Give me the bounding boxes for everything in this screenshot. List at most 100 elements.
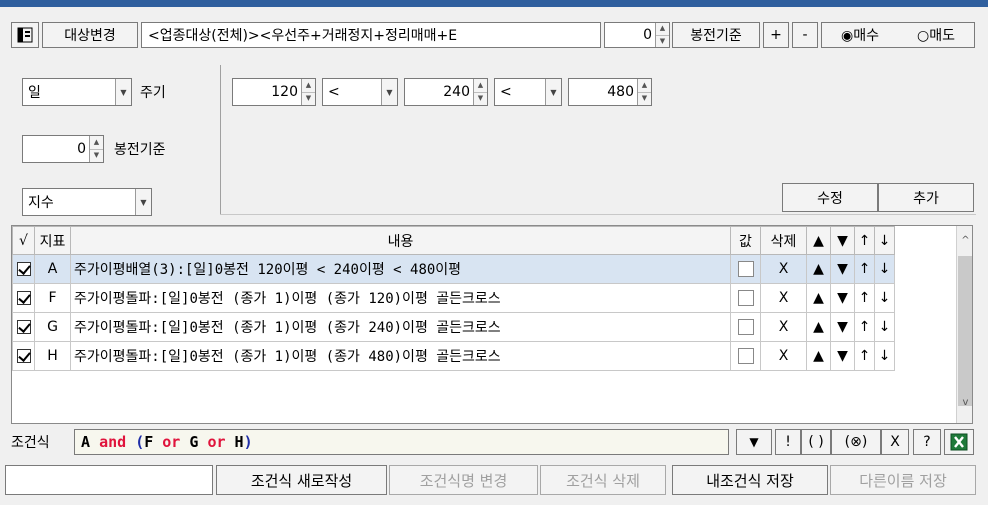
ma3-stepper[interactable]: 480 ▲ ▼ bbox=[568, 78, 652, 106]
index-value: 지수 bbox=[28, 195, 54, 211]
edit-button[interactable]: 수정 bbox=[782, 183, 878, 212]
condition-label: 조건식 bbox=[11, 435, 50, 451]
help-button[interactable]: ? bbox=[913, 429, 941, 455]
col-content: 내용 bbox=[70, 226, 731, 255]
condition-token: F bbox=[144, 433, 154, 451]
op2-select[interactable]: < ▼ bbox=[494, 78, 562, 106]
move-bottom-icon[interactable]: ▼ bbox=[830, 283, 855, 313]
paren-button[interactable]: ( ) bbox=[801, 429, 831, 455]
row-delete-button[interactable]: X bbox=[760, 254, 807, 284]
row-id: F bbox=[34, 283, 71, 313]
scroll-up-icon[interactable]: ^ bbox=[957, 232, 972, 249]
target-universe-field[interactable]: <업종대상(전체)><우선주+거래정지+정리매매+E bbox=[141, 22, 601, 48]
move-up-icon[interactable]: ↑ bbox=[854, 254, 875, 284]
not-operator-button[interactable]: ! bbox=[775, 429, 801, 455]
condition-token bbox=[90, 433, 99, 451]
panel-toggle-icon[interactable] bbox=[11, 22, 39, 48]
value-checkbox[interactable] bbox=[737, 319, 754, 335]
move-top-icon[interactable]: ▲ bbox=[806, 341, 831, 371]
col-indicator: 지표 bbox=[34, 226, 71, 255]
condition-token bbox=[153, 433, 162, 451]
settings-divider bbox=[220, 65, 221, 215]
grid-scrollbar[interactable]: ^ v bbox=[956, 226, 972, 423]
excel-icon[interactable] bbox=[944, 429, 974, 455]
move-down-icon[interactable]: ↓ bbox=[874, 254, 895, 284]
prev-bong-button[interactable]: 봉전기준 bbox=[672, 22, 760, 48]
op2-value: < bbox=[500, 84, 512, 100]
stepper-arrows-icon[interactable]: ▲ ▼ bbox=[89, 136, 103, 162]
condition-token bbox=[198, 433, 207, 451]
rename-condition-button[interactable]: 조건식명 변경 bbox=[389, 465, 538, 495]
row-content[interactable]: 주가이평배열(3):[일]0봉전 120이평 < 240이평 < 480이평 bbox=[70, 254, 731, 284]
move-bottom-icon[interactable]: ▼ bbox=[830, 312, 855, 342]
row-checkbox[interactable] bbox=[16, 349, 31, 363]
stepper-arrows-icon[interactable]: ▲ ▼ bbox=[637, 79, 651, 105]
ma2-value: 240 bbox=[443, 84, 470, 100]
move-up-icon[interactable]: ↑ bbox=[854, 283, 875, 313]
stepper-arrows-icon[interactable]: ▲ ▼ bbox=[301, 79, 315, 105]
index-select[interactable]: 지수 ▼ bbox=[22, 188, 152, 216]
row-checkbox[interactable] bbox=[16, 262, 31, 276]
chevron-down-icon[interactable]: ▼ bbox=[115, 79, 131, 105]
value-checkbox[interactable] bbox=[737, 348, 754, 364]
bong-stepper[interactable]: 0 ▲ ▼ bbox=[22, 135, 104, 163]
condition-token: ( bbox=[135, 433, 145, 451]
move-down-icon[interactable]: ↓ bbox=[874, 283, 895, 313]
value-checkbox[interactable] bbox=[737, 261, 754, 277]
stepper-arrows-icon[interactable]: ▲ ▼ bbox=[473, 79, 487, 105]
condition-token bbox=[226, 433, 235, 451]
add-button[interactable]: 추가 bbox=[878, 183, 974, 212]
condition-expression-field[interactable]: A and (F or G or H) bbox=[74, 429, 729, 455]
ma2-stepper[interactable]: 240 ▲ ▼ bbox=[404, 78, 488, 106]
chevron-down-icon[interactable]: ▼ bbox=[135, 189, 151, 215]
scroll-down-icon[interactable]: v bbox=[957, 394, 972, 411]
move-top-icon[interactable]: ▲ bbox=[806, 254, 831, 284]
row-content[interactable]: 주가이평돌파:[일]0봉전 (종가 1)이평 (종가 480)이평 골든크로스 bbox=[70, 341, 731, 371]
col-check: √ bbox=[12, 226, 35, 255]
move-top-icon[interactable]: ▲ bbox=[806, 312, 831, 342]
save-my-condition-button[interactable]: 내조건식 저장 bbox=[672, 465, 828, 495]
row-content[interactable]: 주가이평돌파:[일]0봉전 (종가 1)이평 (종가 240)이평 골든크로스 bbox=[70, 312, 731, 342]
op1-select[interactable]: < ▼ bbox=[322, 78, 398, 106]
table-row[interactable]: G 주가이평돌파:[일]0봉전 (종가 1)이평 (종가 240)이평 골든크로… bbox=[12, 312, 895, 342]
move-bottom-icon[interactable]: ▼ bbox=[830, 341, 855, 371]
row-delete-button[interactable]: X bbox=[760, 283, 807, 313]
delete-condition-button[interactable]: 조건식 삭제 bbox=[540, 465, 666, 495]
chevron-down-icon[interactable]: ▼ bbox=[381, 79, 397, 105]
minus-button[interactable]: - bbox=[792, 22, 818, 48]
row-content[interactable]: 주가이평돌파:[일]0봉전 (종가 1)이평 (종가 120)이평 골든크로스 bbox=[70, 283, 731, 313]
header-bong-stepper[interactable]: 0 ▲ ▼ bbox=[604, 22, 670, 48]
move-up-icon[interactable]: ↑ bbox=[854, 341, 875, 371]
chevron-down-icon[interactable]: ▼ bbox=[545, 79, 561, 105]
plus-button[interactable]: + bbox=[763, 22, 789, 48]
row-delete-button[interactable]: X bbox=[760, 341, 807, 371]
table-row[interactable]: F 주가이평돌파:[일]0봉전 (종가 1)이평 (종가 120)이평 골든크로… bbox=[12, 283, 895, 313]
condition-table: √ 지표 내용 값 삭제 ▲ ▼ ↑ ↓ A 주가이평배열(3):[일]0봉전 … bbox=[12, 226, 895, 371]
move-bottom-icon[interactable]: ▼ bbox=[830, 254, 855, 284]
new-condition-button[interactable]: 조건식 새로작성 bbox=[216, 465, 387, 495]
condition-dropdown-button[interactable]: ▼ bbox=[736, 429, 772, 455]
target-change-button[interactable]: 대상변경 bbox=[42, 22, 138, 48]
row-delete-button[interactable]: X bbox=[760, 312, 807, 342]
sell-radio[interactable]: ○매도 bbox=[917, 25, 955, 45]
period-select[interactable]: 일 ▼ bbox=[22, 78, 132, 106]
header-bong-value: 0 bbox=[643, 27, 652, 43]
table-row[interactable]: A 주가이평배열(3):[일]0봉전 120이평 < 240이평 < 480이평… bbox=[12, 254, 895, 284]
row-checkbox[interactable] bbox=[16, 291, 31, 305]
move-down-icon[interactable]: ↓ bbox=[874, 341, 895, 371]
row-checkbox[interactable] bbox=[16, 320, 31, 334]
value-checkbox[interactable] bbox=[737, 290, 754, 306]
table-row[interactable]: H 주가이평돌파:[일]0봉전 (종가 1)이평 (종가 480)이평 골든크로… bbox=[12, 341, 895, 371]
xor-button[interactable]: (⊗) bbox=[831, 429, 881, 455]
stepper-arrows-icon[interactable]: ▲ ▼ bbox=[655, 23, 669, 47]
buy-radio[interactable]: ◉매수 bbox=[841, 25, 879, 45]
period-value: 일 bbox=[28, 85, 41, 101]
move-up-icon[interactable]: ↑ bbox=[854, 312, 875, 342]
save-as-button[interactable]: 다른이름 저장 bbox=[830, 465, 976, 495]
move-down-icon[interactable]: ↓ bbox=[874, 312, 895, 342]
condition-name-input[interactable] bbox=[5, 465, 213, 495]
ma1-stepper[interactable]: 120 ▲ ▼ bbox=[232, 78, 316, 106]
move-top-icon[interactable]: ▲ bbox=[806, 283, 831, 313]
clear-button[interactable]: X bbox=[881, 429, 909, 455]
scroll-thumb[interactable] bbox=[958, 256, 972, 406]
